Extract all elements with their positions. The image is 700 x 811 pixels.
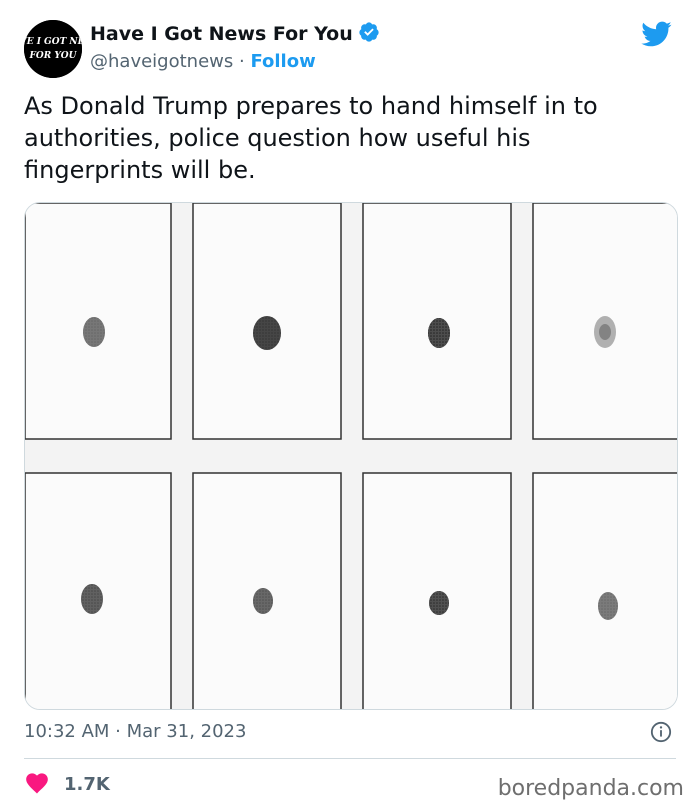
avatar-line2: FOR YOU (29, 51, 78, 61)
author-avatar[interactable]: HAVE I GOT NEWS FOR YOU (24, 20, 82, 78)
tweet-header: HAVE I GOT NEWS FOR YOU Have I Got News … (24, 16, 676, 80)
tweet-timestamp[interactable]: 10:32 AM · Mar 31, 2023 (24, 720, 246, 744)
watermark: boredpanda.com (497, 776, 684, 801)
avatar-line1: HAVE I GOT NEWS (24, 37, 82, 47)
likes-count: 1.7K (64, 773, 110, 795)
handle-separator: · (238, 51, 245, 72)
author-handle[interactable]: @haveigotnews (90, 51, 233, 72)
like-action[interactable]: 1.7K (24, 770, 110, 798)
tweet-media[interactable] (24, 202, 678, 710)
heart-icon[interactable] (24, 770, 50, 798)
twitter-bird-icon[interactable] (640, 18, 672, 54)
author-display-name[interactable]: Have I Got News For You (90, 23, 353, 45)
tweet-text: As Donald Trump prepares to hand himself… (24, 92, 598, 184)
info-icon[interactable] (650, 721, 672, 747)
divider (24, 758, 676, 759)
fingerprint-grid-image (25, 203, 677, 709)
verified-badge-icon (358, 21, 380, 47)
follow-button[interactable]: Follow (250, 51, 315, 72)
